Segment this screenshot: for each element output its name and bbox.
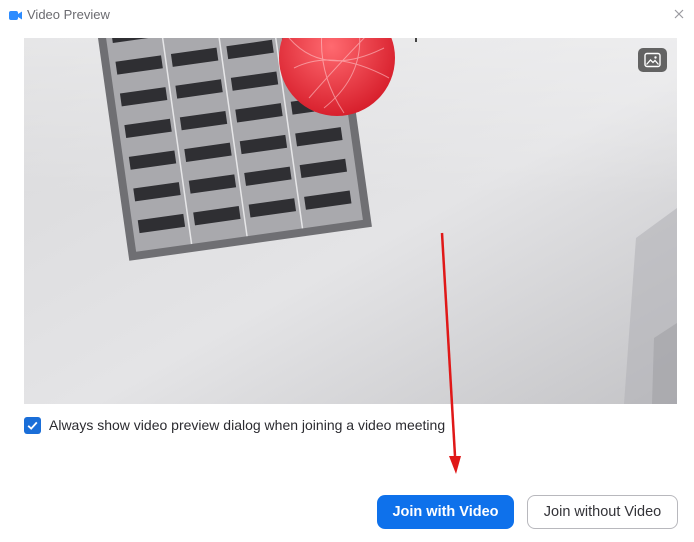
image-background-icon bbox=[644, 52, 661, 68]
always-show-preview-checkbox[interactable] bbox=[24, 416, 41, 434]
always-show-preview-label[interactable]: Always show video preview dialog when jo… bbox=[49, 417, 445, 433]
video-preview bbox=[24, 38, 677, 404]
join-with-video-button[interactable]: Join with Video bbox=[377, 495, 514, 529]
camera-feed-image bbox=[24, 38, 677, 404]
close-icon[interactable] bbox=[670, 5, 688, 23]
window-title: Video Preview bbox=[27, 7, 110, 22]
video-preview-dialog: Video Preview Always show video preview … bbox=[0, 0, 694, 542]
background-toggle-button[interactable] bbox=[638, 48, 667, 72]
checkmark-icon bbox=[27, 421, 38, 430]
title-bar: Video Preview bbox=[0, 0, 694, 30]
always-show-preview-option: Always show video preview dialog when jo… bbox=[24, 414, 445, 436]
zoom-camera-icon bbox=[9, 8, 22, 20]
join-without-video-button[interactable]: Join without Video bbox=[527, 495, 678, 529]
